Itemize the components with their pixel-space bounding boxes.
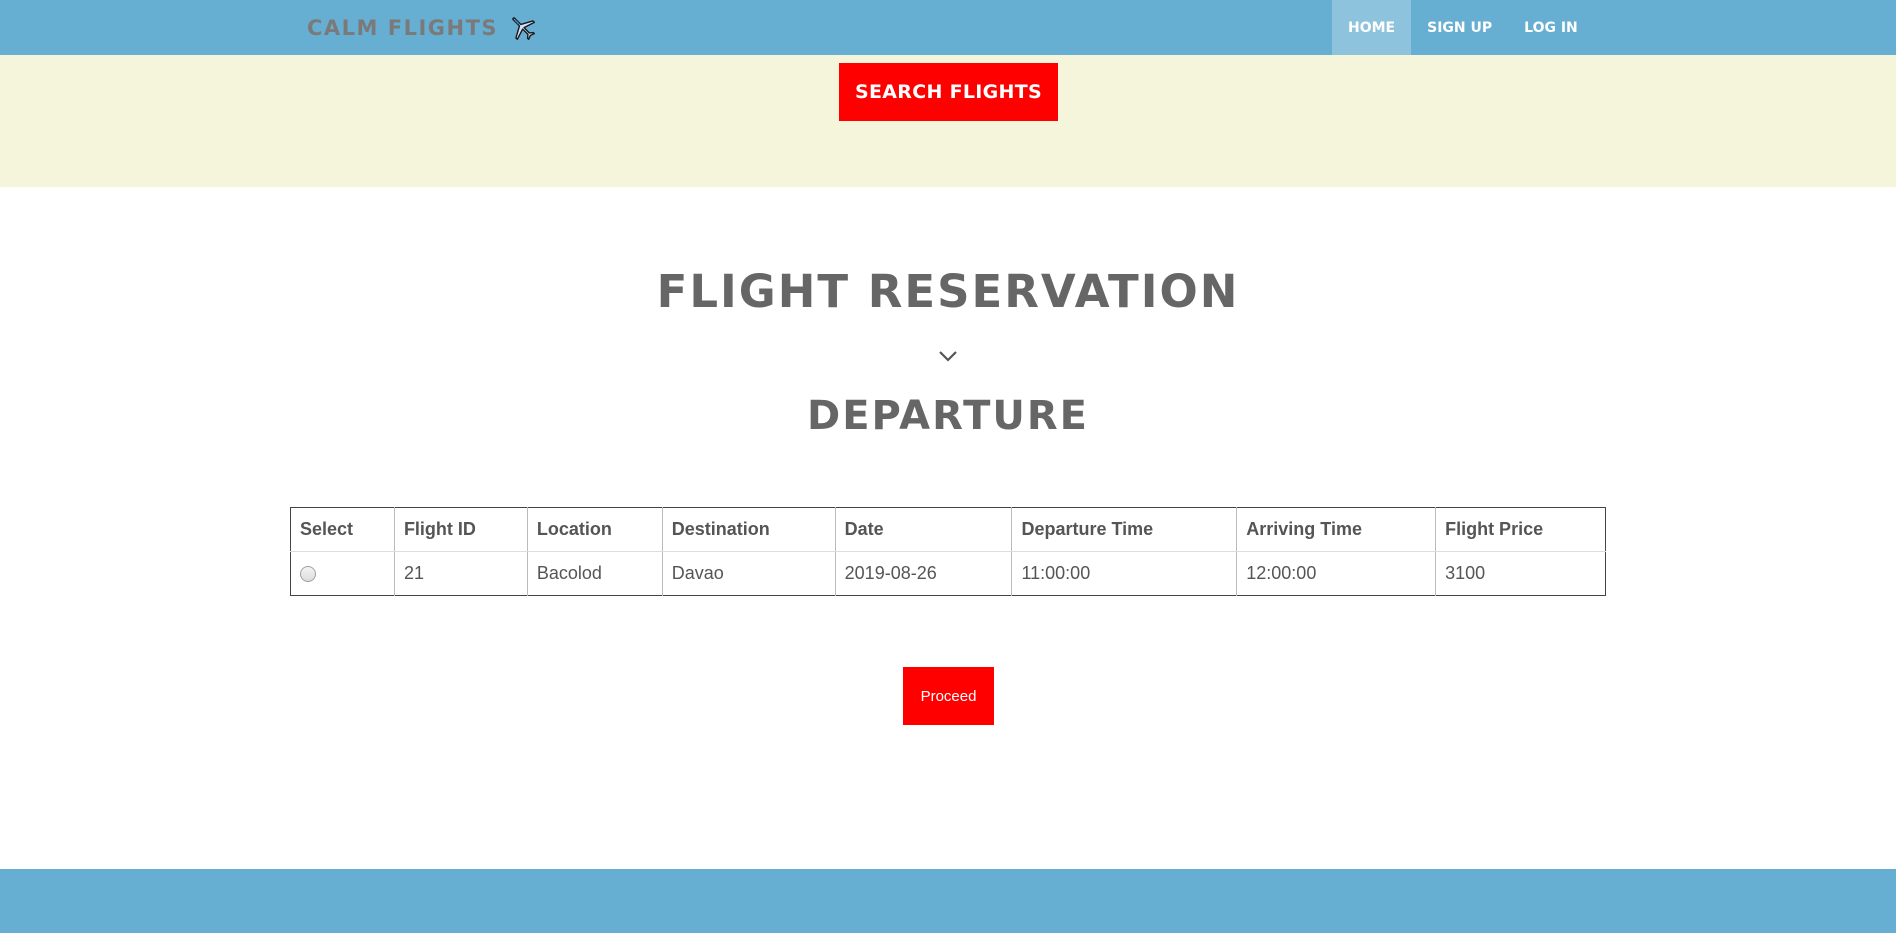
search-band: SEARCH FLIGHTS bbox=[0, 55, 1896, 187]
brand-logo-link[interactable]: CALM FLIGHTS bbox=[307, 0, 538, 55]
table-header-row: Select Flight ID Location Destination Da… bbox=[290, 507, 1606, 552]
destination-cell: Davao bbox=[661, 551, 836, 596]
top-navbar: CALM FLIGHTS HOME SIGN UP LOG IN bbox=[0, 0, 1896, 55]
footer bbox=[0, 869, 1896, 933]
flight-select-radio[interactable] bbox=[300, 566, 316, 583]
arriving-time-cell: 12:00:00 bbox=[1236, 551, 1436, 596]
nav-signup-link[interactable]: SIGN UP bbox=[1411, 0, 1508, 55]
table-row: 21 Bacolod Davao 2019-08-26 11:00:00 12:… bbox=[291, 551, 1606, 596]
section-title-departure: DEPARTURE bbox=[806, 393, 1090, 439]
flights-table: Select Flight ID Location Destination Da… bbox=[290, 507, 1606, 596]
column-header-flight-id: Flight ID bbox=[393, 507, 528, 552]
proceed-button[interactable]: Proceed bbox=[903, 667, 994, 725]
column-header-flight-price: Flight Price bbox=[1435, 507, 1606, 552]
airplane-icon bbox=[508, 13, 538, 43]
date-cell: 2019-08-26 bbox=[834, 551, 1012, 596]
column-header-arriving-time: Arriving Time bbox=[1236, 507, 1436, 552]
column-header-location: Location bbox=[526, 507, 663, 552]
column-header-date: Date bbox=[834, 507, 1012, 552]
chevron-down-icon bbox=[939, 351, 957, 362]
nav-links: HOME SIGN UP LOG IN bbox=[1332, 0, 1896, 55]
search-flights-button[interactable]: SEARCH FLIGHTS bbox=[839, 63, 1058, 121]
column-header-departure-time: Departure Time bbox=[1011, 507, 1237, 552]
flight-price-cell: 3100 bbox=[1435, 551, 1606, 596]
brand-name: CALM FLIGHTS bbox=[307, 15, 499, 40]
column-header-destination: Destination bbox=[661, 507, 836, 552]
page-title: FLIGHT RESERVATION bbox=[656, 265, 1240, 318]
flight-id-cell: 21 bbox=[393, 551, 528, 596]
departure-time-cell: 11:00:00 bbox=[1011, 551, 1237, 596]
nav-home-link[interactable]: HOME bbox=[1332, 0, 1412, 55]
nav-login-link[interactable]: LOG IN bbox=[1508, 0, 1594, 55]
location-cell: Bacolod bbox=[526, 551, 663, 596]
select-cell bbox=[291, 552, 395, 596]
column-header-select: Select bbox=[290, 507, 395, 552]
